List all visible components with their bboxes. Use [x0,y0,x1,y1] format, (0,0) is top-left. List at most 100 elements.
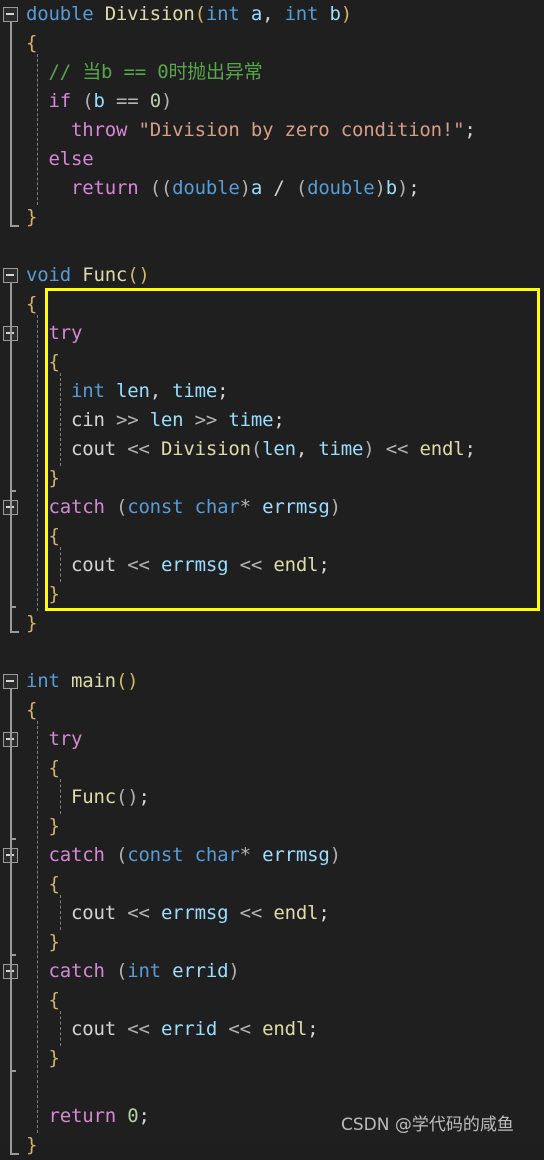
code-token: ) [239,177,251,199]
code-line[interactable]: } [0,464,544,493]
code-line[interactable]: { [0,696,544,725]
code-token: b [93,90,105,112]
code-token: } [26,1134,38,1156]
code-line[interactable]: return ((double)a / (double)b); [0,174,544,203]
code-line[interactable]: cout << errmsg << endl; [0,899,544,928]
code-line[interactable]: cout << Division(len, time) << endl; [0,435,544,464]
code-token: cout [71,1018,116,1040]
code-token: () [115,786,139,808]
code-token: cout [71,902,116,924]
code-line[interactable]: { [0,348,544,377]
code-token: * [239,496,251,518]
code-line[interactable]: catch (const char* errmsg) [0,493,544,522]
code-token: errmsg [160,554,229,576]
code-line[interactable]: if (b == 0) [0,87,544,116]
code-line[interactable]: } [0,580,544,609]
code-token: ) [363,438,375,460]
code-token: << [115,438,161,460]
code-token: << [115,902,161,924]
code-token: endl [419,438,465,460]
code-token: len [262,438,296,460]
code-token: >> [104,409,150,431]
code-token: cout [71,438,116,460]
code-token: } [48,931,60,953]
code-line[interactable]: else [0,145,544,174]
code-token: / [262,177,296,199]
code-token: try [48,322,83,344]
code-line[interactable]: catch (int errid) [0,957,544,986]
code-line[interactable]: Func(); [0,783,544,812]
code-token: len [115,380,150,402]
code-token: int [26,670,60,692]
code-token: time [318,438,364,460]
code-token: int [205,3,240,25]
code-token: char [194,496,240,518]
code-line[interactable]: { [0,870,544,899]
code-line[interactable]: } [0,928,544,957]
code-line[interactable] [0,1073,544,1102]
code-line[interactable]: } [0,609,544,638]
code-token: ; [307,1018,319,1040]
code-line[interactable]: } [0,1131,544,1160]
code-line[interactable] [0,232,544,261]
code-token: , [295,438,319,460]
code-token: (( [149,177,173,199]
code-line[interactable]: { [0,986,544,1015]
code-line[interactable]: void Func() [0,261,544,290]
code-line[interactable]: { [0,29,544,58]
code-token: const [127,496,184,518]
code-token: } [48,815,60,837]
code-token: errid [172,960,229,982]
code-token: throw [71,119,128,141]
code-token: return [71,177,139,199]
code-line[interactable]: try [0,725,544,754]
code-line[interactable]: int main() [0,667,544,696]
code-token: { [48,351,60,373]
code-line[interactable]: double Division(int a, int b) [0,0,544,29]
code-token: { [48,873,60,895]
code-line[interactable] [0,638,544,667]
code-line[interactable]: { [0,290,544,319]
code-line[interactable]: cout << errmsg << endl; [0,551,544,580]
code-line[interactable]: { [0,754,544,783]
code-token: b [385,177,398,199]
code-token: { [26,293,38,315]
code-token: ) [160,90,173,112]
code-token: << [374,438,420,460]
code-line[interactable]: } [0,1044,544,1073]
code-token: return [48,1105,117,1127]
code-token: ; [138,786,150,808]
code-token: ( [295,177,308,199]
code-line[interactable]: cin >> len >> time; [0,406,544,435]
code-line[interactable]: int len, time; [0,377,544,406]
code-token: Func [82,264,128,286]
code-line[interactable]: throw "Division by zero condition!"; [0,116,544,145]
code-line[interactable]: } [0,812,544,841]
code-line[interactable]: catch (const char* errmsg) [0,841,544,870]
code-line[interactable]: { [0,522,544,551]
code-token: main [70,670,116,692]
code-token: { [48,525,60,547]
code-token: << [228,554,274,576]
code-line[interactable]: cout << errid << endl; [0,1015,544,1044]
code-line[interactable]: try [0,319,544,348]
code-text[interactable]: double Division(int a, int b) { // 当b == 0… [0,0,544,1160]
code-token: Func [71,786,116,808]
code-token: errmsg [160,902,229,924]
code-token: ( [194,3,206,25]
code-token: ; [318,554,330,576]
code-token: ) [397,177,409,199]
code-line[interactable]: } [0,203,544,232]
code-line[interactable]: // 当b == 0时抛出异常 [0,58,544,87]
code-token: void [26,264,71,286]
code-token: { [26,32,38,54]
code-token: } [48,1047,60,1069]
code-token: Division [160,438,251,460]
